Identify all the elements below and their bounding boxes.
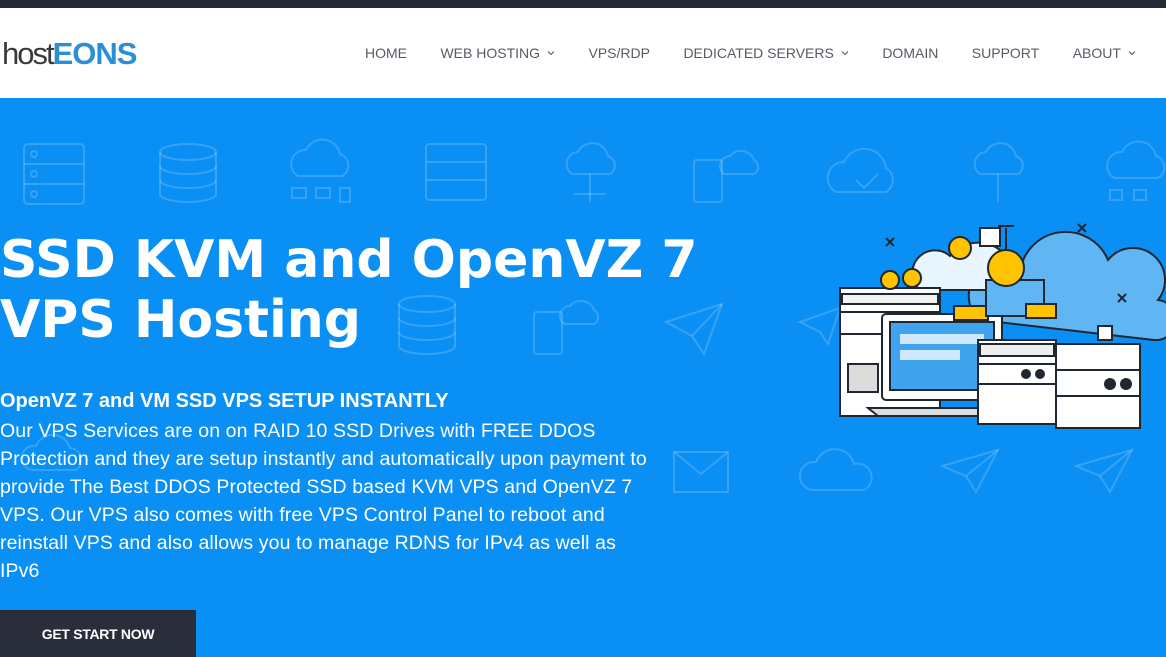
hero-title-line-2: VPS Hosting xyxy=(0,290,362,350)
server-rack-icon xyxy=(23,143,85,205)
cloud-icon xyxy=(798,448,873,491)
top-strip xyxy=(0,0,1166,8)
paper-plane-icon xyxy=(1072,448,1134,495)
nav-about[interactable]: ABOUT xyxy=(1073,45,1136,61)
nav-vps-rdp[interactable]: VPS/RDP xyxy=(589,45,650,61)
nav-vps-rdp-label: VPS/RDP xyxy=(588,45,650,61)
nav-support-label: SUPPORT xyxy=(971,45,1040,61)
cloud-check-icon xyxy=(826,147,894,193)
logo-eons-text: EONS xyxy=(52,36,138,71)
nav-home-label: HOME xyxy=(365,45,407,61)
chevron-down-icon xyxy=(841,51,849,56)
nav-support[interactable]: SUPPORT xyxy=(972,45,1039,61)
hero-subheading: OpenVZ 7 and VM SSD VPS SETUP INSTANTLY xyxy=(0,390,449,412)
hero-title-line-1: SSD KVM and OpenVZ 7 xyxy=(0,230,698,290)
envelope-icon xyxy=(673,451,729,493)
clipboard-icon xyxy=(693,149,760,203)
chevron-down-icon xyxy=(547,51,555,56)
cloud-network-icon xyxy=(290,138,351,203)
nav-domain-label: DOMAIN xyxy=(882,45,939,61)
nav-home[interactable]: HOME xyxy=(365,45,407,61)
chevron-down-icon xyxy=(1128,51,1136,56)
cloud-network-icon xyxy=(1106,140,1166,201)
nav-domain[interactable]: DOMAIN xyxy=(882,45,938,61)
nav-web-hosting-label: WEB HOSTING xyxy=(440,45,541,61)
nav-about-label: ABOUT xyxy=(1072,45,1121,61)
hero-description: Our VPS Services are on on RAID 10 SSD D… xyxy=(0,420,647,582)
get-start-now-button[interactable]: GET START NOW xyxy=(0,610,196,657)
hero-section: SSD KVM and OpenVZ 7 VPS Hosting OpenVZ 7… xyxy=(0,98,1166,657)
nav-web-hosting[interactable]: WEB HOSTING xyxy=(440,45,555,61)
site-logo[interactable]: host EONS xyxy=(2,34,138,74)
nav-dedicated-servers-label: DEDICATED SERVERS xyxy=(683,45,834,61)
database-icon xyxy=(159,143,217,203)
hero-title: SSD KVM and OpenVZ 7 VPS Hosting xyxy=(0,230,698,350)
server-cloud-illustration xyxy=(839,223,1166,429)
paper-plane-icon xyxy=(938,448,1000,495)
navbar: host EONS HOME WEB HOSTING VPS/RDP DEDICA… xyxy=(0,8,1166,98)
logo-host-text: host xyxy=(2,36,55,71)
server-rack-icon xyxy=(425,143,487,201)
cloud-network-icon xyxy=(565,142,616,202)
nav-dedicated-servers[interactable]: DEDICATED SERVERS xyxy=(683,45,849,61)
main-menu: HOME WEB HOSTING VPS/RDP DEDICATED SERVE… xyxy=(365,8,1136,98)
